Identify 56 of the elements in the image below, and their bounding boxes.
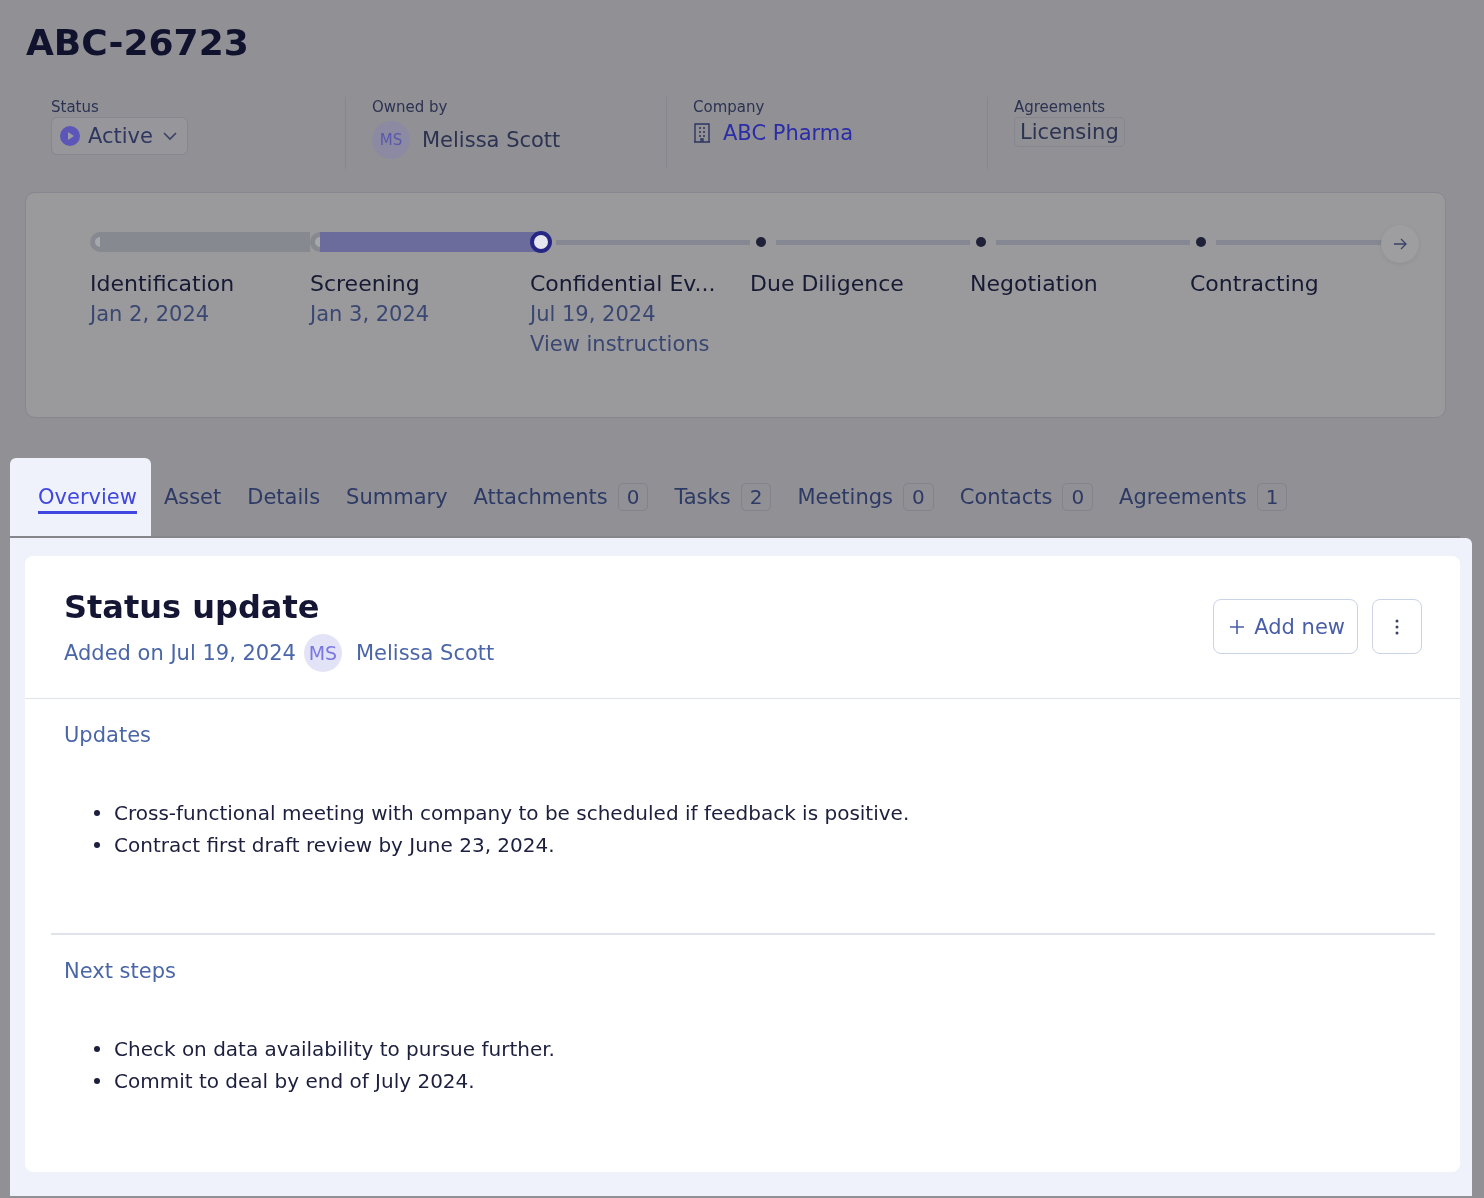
field-label: Status (51, 97, 100, 117)
avatar: MS (303, 634, 342, 672)
stage-name: Due Diligence (750, 271, 905, 296)
stage-date: Jul 19, 2024 (530, 302, 657, 326)
stage-date: Jan 2, 2024 (90, 302, 211, 326)
card-title: Status update (64, 588, 321, 626)
list-item: Commit to deal by end of July 2024. (114, 1068, 475, 1095)
list-item: Check on data availability to pursue further. (114, 1036, 555, 1063)
more-vertical-icon (1395, 618, 1399, 635)
status-dropdown[interactable]: Active (51, 117, 188, 155)
stage-name: Confidential Ev... (530, 271, 717, 296)
bullet-icon (94, 1078, 100, 1084)
count-badge: 0 (617, 483, 649, 511)
count-badge: 0 (903, 483, 934, 511)
added-date: Added on Jul 19, 2024 (64, 641, 296, 665)
tab[interactable]: Meetings 0 (784, 458, 947, 536)
field-label: Agreements (1014, 97, 1107, 117)
agreement-tag: Licensing (1014, 117, 1125, 147)
count-badge: 2 (740, 483, 772, 511)
tab[interactable]: Overview (10, 458, 151, 536)
play-icon (60, 126, 80, 146)
page-title: ABC-26723 (25, 21, 250, 65)
tab[interactable]: Summary (333, 458, 461, 536)
add-new-button[interactable]: Add new (1213, 599, 1358, 654)
tab[interactable]: Attachments 0 (460, 458, 662, 536)
owner-name: Melissa Scott (422, 128, 561, 152)
list-item: Cross-functional meeting with company to be scheduled if feedback is positive. (114, 800, 910, 827)
stage-name: Identification (90, 271, 236, 296)
section-heading: Next steps (64, 959, 177, 983)
tab[interactable]: Contacts 0 (946, 458, 1107, 536)
tab[interactable]: Details (234, 458, 334, 536)
stage-name: Contracting (1190, 271, 1320, 296)
author-name: Melissa Scott (355, 641, 495, 665)
arrow-right-icon (1392, 236, 1408, 252)
next-arrow-button[interactable] (1381, 225, 1419, 263)
bullet-icon (94, 842, 100, 848)
tab[interactable]: Asset (150, 458, 235, 536)
list-item: Contract first draft review by June 23, 2024. (114, 832, 555, 859)
tab[interactable]: Agreements 1 (1106, 458, 1301, 536)
field-label: Owned by (372, 97, 449, 117)
bullet-icon (94, 1046, 100, 1052)
plus-icon (1228, 617, 1247, 636)
stage-name: Screening (310, 271, 421, 296)
bullet-icon (94, 810, 100, 816)
stage-date: Jan 3, 2024 (310, 302, 431, 326)
section-heading: Updates (64, 723, 152, 747)
count-badge: 1 (1256, 483, 1288, 511)
tab[interactable]: Tasks 2 (661, 458, 785, 536)
status-value: Active (88, 124, 153, 148)
company-link[interactable]: ABC Pharma (723, 121, 854, 145)
count-badge: 0 (1062, 483, 1094, 511)
stage-name: Negotiation (970, 271, 1099, 296)
view-instructions-link[interactable]: View instructions (530, 332, 750, 356)
more-options-button[interactable] (1372, 599, 1422, 654)
building-icon (693, 123, 711, 143)
field-label: Company (693, 97, 766, 117)
